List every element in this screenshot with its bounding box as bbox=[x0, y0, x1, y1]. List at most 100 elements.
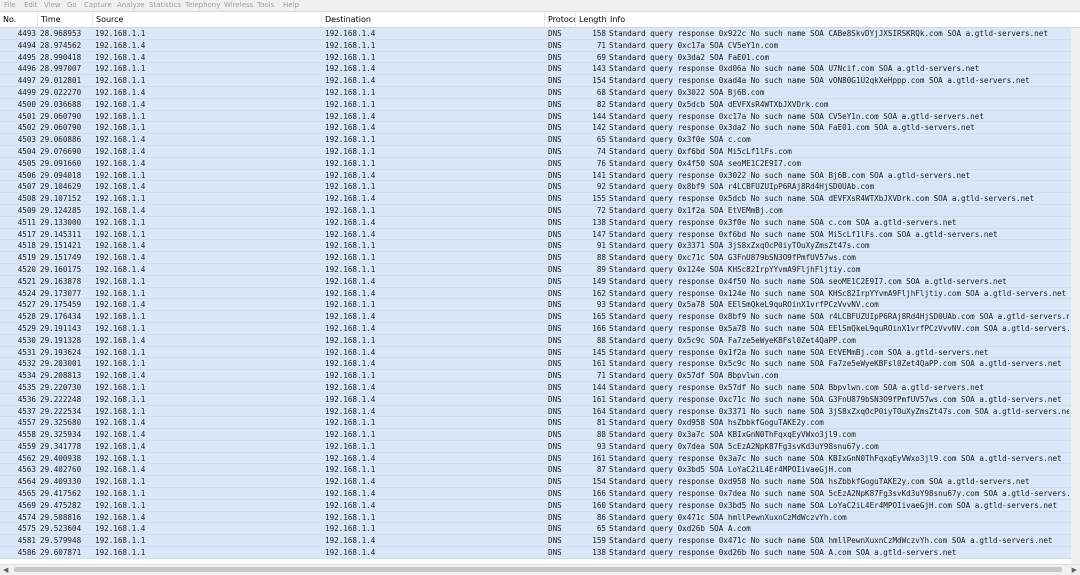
packet-source: 192.168.1.1 bbox=[95, 347, 146, 357]
packet-row[interactable]: 4565 29.417562 192.168.1.1 192.168.1.4 DNS 16… bbox=[0, 488, 1080, 500]
packet-row[interactable]: 4535 29.220730 192.168.1.1 192.168.1.4 DNS 14… bbox=[0, 381, 1080, 394]
packet-row[interactable]: 4494 28.974562 192.168.1.4 192.168.1.1 DNS 71… bbox=[0, 39, 1080, 52]
packet-protocol: DNS bbox=[548, 217, 562, 227]
column-header-length[interactable]: Length bbox=[576, 12, 607, 27]
horizontal-scroll-thumb[interactable] bbox=[14, 567, 1062, 572]
menu-view[interactable]: View bbox=[44, 0, 61, 11]
column-header-info[interactable]: Info bbox=[607, 12, 1080, 27]
packet-row[interactable]: 4499 29.022270 192.168.1.4 192.168.1.1 DNS 68… bbox=[0, 86, 1080, 99]
packet-row[interactable]: 4503 29.060886 192.168.1.4 192.168.1.1 DNS 65… bbox=[0, 134, 1080, 146]
column-header-no[interactable]: No. bbox=[0, 12, 38, 27]
vertical-scrollbar[interactable] bbox=[1071, 28, 1080, 564]
menu-analyze[interactable]: Analyze bbox=[117, 0, 145, 11]
packet-destination: 192.168.1.1 bbox=[325, 99, 376, 109]
menu-edit[interactable]: Edit bbox=[24, 0, 38, 11]
packet-destination: 192.168.1.4 bbox=[325, 229, 376, 239]
packet-row[interactable]: 4530 29.191328 192.168.1.4 192.168.1.1 DNS 88… bbox=[0, 334, 1080, 347]
packet-row[interactable]: 4520 29.160175 192.168.1.4 192.168.1.1 DNS 89… bbox=[0, 263, 1080, 276]
packet-length: 65 bbox=[596, 135, 606, 145]
packet-row[interactable]: 4537 29.222534 192.168.1.1 192.168.1.4 DNS 16… bbox=[0, 405, 1080, 418]
packet-length: 155 bbox=[592, 194, 606, 204]
packet-destination: 192.168.1.1 bbox=[325, 465, 376, 475]
menu-file[interactable]: File bbox=[4, 0, 16, 11]
packet-length: 162 bbox=[592, 288, 606, 298]
packet-row[interactable]: 4496 28.997007 192.168.1.1 192.168.1.4 DNS 14… bbox=[0, 63, 1080, 76]
column-header-time[interactable]: Time bbox=[38, 12, 93, 27]
packet-no: 4504 bbox=[17, 146, 36, 156]
packet-row[interactable]: 4534 29.208813 192.168.1.4 192.168.1.1 DNS 71… bbox=[0, 370, 1080, 382]
column-header-protocol[interactable]: Protocol bbox=[545, 12, 576, 27]
packet-row[interactable]: 4502 29.060790 192.168.1.1 192.168.1.4 DNS 14… bbox=[0, 122, 1080, 135]
packet-destination: 192.168.1.4 bbox=[325, 323, 376, 333]
packet-protocol: DNS bbox=[548, 253, 562, 263]
menu-tools[interactable]: Tools bbox=[257, 0, 274, 11]
packet-row[interactable]: 4557 29.325680 192.168.1.4 192.168.1.1 DNS 81… bbox=[0, 417, 1080, 430]
packet-info: Standard query response 0xd06a No such n… bbox=[609, 64, 980, 74]
packet-row[interactable]: 4532 29.203001 192.168.1.1 192.168.1.4 DNS 16… bbox=[0, 358, 1080, 371]
packet-length: 89 bbox=[596, 264, 606, 274]
column-header-source[interactable]: Source bbox=[93, 12, 322, 27]
packet-row[interactable]: 4531 29.193624 192.168.1.1 192.168.1.4 DNS 14… bbox=[0, 346, 1080, 359]
packet-no: 4517 bbox=[17, 229, 36, 239]
packet-row[interactable]: 4501 29.060790 192.168.1.1 192.168.1.4 DNS 14… bbox=[0, 110, 1080, 123]
packet-row[interactable]: 4558 29.325934 192.168.1.4 192.168.1.1 DNS 88… bbox=[0, 429, 1080, 441]
column-header-destination[interactable]: Destination bbox=[322, 12, 545, 27]
packet-row[interactable]: 4536 29.222248 192.168.1.1 192.168.1.4 DNS 16… bbox=[0, 393, 1080, 406]
packet-row[interactable]: 4506 29.094018 192.168.1.1 192.168.1.4 DNS 14… bbox=[0, 169, 1080, 182]
packet-row[interactable]: 4495 28.990418 192.168.1.4 192.168.1.1 DNS 69… bbox=[0, 51, 1080, 64]
packet-length: 154 bbox=[592, 477, 606, 487]
packet-time: 29.607871 bbox=[40, 548, 82, 558]
packet-row[interactable]: 4521 29.163878 192.168.1.1 192.168.1.4 DNS 14… bbox=[0, 275, 1080, 288]
packet-row[interactable]: 4508 29.107152 192.168.1.1 192.168.1.4 DNS 15… bbox=[0, 193, 1080, 205]
menu-statistics[interactable]: Statistics bbox=[149, 0, 181, 11]
packet-destination: 192.168.1.1 bbox=[325, 512, 376, 522]
packet-info: Standard query response 0xf6bd No such n… bbox=[609, 229, 998, 239]
packet-row[interactable]: 4569 29.475282 192.168.1.1 192.168.1.4 DNS 16… bbox=[0, 499, 1080, 512]
packet-protocol: DNS bbox=[548, 536, 562, 546]
packet-no: 4558 bbox=[17, 430, 36, 440]
packet-row[interactable]: 4559 29.341778 192.168.1.4 192.168.1.1 DNS 93… bbox=[0, 440, 1080, 453]
packet-row[interactable]: 4493 28.968953 192.168.1.1 192.168.1.4 DNS 15… bbox=[0, 28, 1080, 40]
menu-go[interactable]: Go bbox=[67, 0, 77, 11]
packet-row[interactable]: 4497 29.012801 192.168.1.1 192.168.1.4 DNS 15… bbox=[0, 75, 1080, 87]
packet-row[interactable]: 4511 29.133000 192.168.1.1 192.168.1.4 DNS 13… bbox=[0, 216, 1080, 229]
packet-row[interactable]: 4586 29.607871 192.168.1.1 192.168.1.4 DNS 13… bbox=[0, 547, 1080, 559]
packet-row[interactable]: 4529 29.191143 192.168.1.1 192.168.1.4 DNS 16… bbox=[0, 322, 1080, 335]
packet-row[interactable]: 4574 29.508816 192.168.1.4 192.168.1.1 DNS 86… bbox=[0, 511, 1080, 524]
packet-source: 192.168.1.4 bbox=[95, 300, 146, 310]
packet-row[interactable]: 4527 29.175459 192.168.1.4 192.168.1.1 DNS 93… bbox=[0, 299, 1080, 312]
packet-destination: 192.168.1.1 bbox=[325, 300, 376, 310]
packet-row[interactable]: 4528 29.176434 192.168.1.1 192.168.1.4 DNS 16… bbox=[0, 311, 1080, 323]
packet-row[interactable]: 4505 29.091660 192.168.1.4 192.168.1.1 DNS 76… bbox=[0, 157, 1080, 170]
packet-row[interactable]: 4519 29.151749 192.168.1.4 192.168.1.1 DNS 88… bbox=[0, 252, 1080, 264]
packet-time: 28.968953 bbox=[40, 29, 82, 38]
packet-time: 29.341778 bbox=[40, 441, 82, 451]
packet-row[interactable]: 4504 29.076690 192.168.1.4 192.168.1.1 DNS 74… bbox=[0, 145, 1080, 158]
packet-source: 192.168.1.4 bbox=[95, 441, 146, 451]
packet-row[interactable]: 4564 29.409330 192.168.1.1 192.168.1.4 DNS 15… bbox=[0, 476, 1080, 489]
packet-row[interactable]: 4517 29.145311 192.168.1.1 192.168.1.4 DNS 14… bbox=[0, 228, 1080, 241]
packet-row[interactable]: 4575 29.523604 192.168.1.4 192.168.1.1 DNS 65… bbox=[0, 523, 1080, 536]
packet-no: 4503 bbox=[17, 135, 36, 145]
packet-row[interactable]: 4518 29.151421 192.168.1.4 192.168.1.1 DNS 91… bbox=[0, 240, 1080, 253]
packet-protocol: DNS bbox=[548, 76, 562, 86]
packet-row[interactable]: 4563 29.402760 192.168.1.4 192.168.1.1 DNS 87… bbox=[0, 464, 1080, 477]
horizontal-scrollbar[interactable]: ◀ ▶ bbox=[0, 564, 1080, 575]
menu-telephony[interactable]: Telephony bbox=[185, 0, 220, 11]
packet-destination: 192.168.1.4 bbox=[325, 276, 376, 286]
packet-row[interactable]: 4507 29.104629 192.168.1.4 192.168.1.1 DNS 92… bbox=[0, 181, 1080, 194]
menu-wireless[interactable]: Wireless bbox=[224, 0, 253, 11]
packet-row[interactable]: 4524 29.173077 192.168.1.1 192.168.1.4 DNS 16… bbox=[0, 287, 1080, 300]
menu-capture[interactable]: Capture bbox=[84, 0, 112, 11]
packet-time: 29.175459 bbox=[40, 300, 82, 310]
packet-row[interactable]: 4509 29.124285 192.168.1.4 192.168.1.1 DNS 72… bbox=[0, 204, 1080, 217]
packet-info: Standard query 0xd26b SOA A.com bbox=[609, 524, 751, 534]
packet-row[interactable]: 4562 29.400938 192.168.1.1 192.168.1.4 DNS 16… bbox=[0, 452, 1080, 465]
packet-row[interactable]: 4581 29.579948 192.168.1.1 192.168.1.4 DNS 15… bbox=[0, 535, 1080, 548]
packet-length: 166 bbox=[592, 323, 606, 333]
packet-protocol: DNS bbox=[548, 300, 562, 310]
packet-destination: 192.168.1.4 bbox=[325, 288, 376, 298]
packet-row[interactable]: 4500 29.036688 192.168.1.4 192.168.1.1 DNS 82… bbox=[0, 98, 1080, 111]
menu-help[interactable]: Help bbox=[283, 0, 299, 11]
packet-no: 4499 bbox=[17, 87, 36, 97]
